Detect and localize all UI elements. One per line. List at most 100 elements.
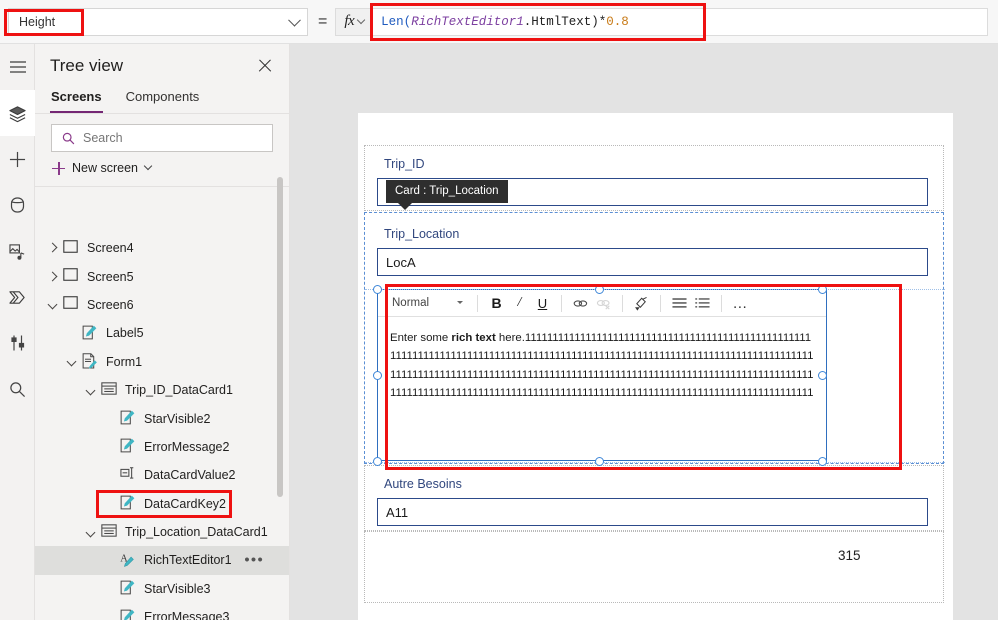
formula-input[interactable]: Len(RichTextEditor1 .HtmlText) * 0.8 — [370, 7, 988, 36]
tree-item-label: Label5 — [106, 326, 144, 341]
resize-handle-bottom-right[interactable] — [818, 457, 827, 466]
new-screen-label: New screen — [72, 161, 138, 175]
datacard-icon — [101, 523, 118, 541]
underline-button[interactable]: U — [531, 293, 554, 314]
chevron-right-icon[interactable] — [47, 271, 58, 282]
tree-item-screen4[interactable]: Screen4 — [35, 234, 289, 262]
tree-item-richtexteditor1[interactable]: A RichTextEditor1 ••• — [35, 546, 289, 575]
highlight-color-icon[interactable] — [630, 293, 653, 314]
app-canvas: Trip_ID Trip_Location LocA Normal B / U — [290, 44, 998, 620]
tree-item-list[interactable]: Screen4 Screen5 Screen6 Label5 Form1 Trip_ID_… — [35, 234, 289, 620]
tree-item-errormessage2[interactable]: ErrorMessage2 — [35, 433, 289, 461]
equals-sign: = — [318, 12, 328, 30]
field-label-trip-location: Trip_Location — [384, 227, 460, 241]
italic-button[interactable]: / — [508, 293, 531, 314]
tree-item-datacardkey2[interactable]: DataCardKey2 — [35, 490, 289, 518]
power-automate-icon[interactable] — [0, 274, 35, 320]
tree-item-form1[interactable]: Form1 — [35, 348, 289, 376]
new-screen-button[interactable]: New screen — [35, 152, 289, 184]
search-input[interactable]: Search — [51, 124, 273, 152]
numbered-list-icon[interactable] — [691, 293, 714, 314]
panel-title: Tree view — [50, 56, 124, 75]
fx-icon: fx — [344, 13, 355, 29]
tree-item-datacardvalue2[interactable]: DataCardValue2 — [35, 461, 289, 489]
tree-view-header: Tree view — [35, 44, 289, 82]
resize-handle-top-right[interactable] — [818, 285, 827, 294]
tree-item-label: RichTextEditor1 — [144, 553, 232, 568]
tree-item-label: Trip_ID_DataCard1 — [125, 383, 233, 398]
field-label-trip-id: Trip_ID — [384, 157, 425, 171]
rich-text-toolbar: Normal B / U … — [378, 290, 826, 317]
fx-toggle-button[interactable]: fx — [335, 7, 371, 36]
more-options-button[interactable]: … — [729, 293, 752, 314]
formula-token-1: RichTextEditor1 — [411, 14, 524, 29]
tree-item-label: Trip_Location_DataCard1 — [125, 525, 268, 540]
bulleted-list-icon[interactable] — [668, 293, 691, 314]
tree-scrollbar[interactable] — [277, 177, 283, 497]
left-icon-rail — [0, 44, 35, 620]
property-selector-value: Height — [19, 14, 56, 29]
screen-icon — [63, 268, 80, 285]
resize-handle-bottom-left[interactable] — [373, 457, 382, 466]
tree-item-starvisible2[interactable]: StarVisible2 — [35, 404, 289, 432]
label-icon — [82, 325, 99, 342]
tree-item-screen5[interactable]: Screen5 — [35, 262, 289, 290]
text-style-dropdown[interactable]: Normal — [384, 293, 470, 314]
text-style-value: Normal — [392, 297, 430, 309]
rich-text-editor-control[interactable]: Normal B / U … Enter some rich text here… — [377, 289, 827, 461]
chevron-down-icon[interactable] — [66, 356, 77, 367]
screen-icon — [63, 296, 80, 313]
tree-item-starvisible3[interactable]: StarVisible3 — [35, 575, 289, 603]
resize-handle-top-center[interactable] — [595, 285, 604, 294]
chevron-down-icon[interactable] — [85, 385, 96, 396]
close-icon[interactable] — [255, 56, 275, 76]
tree-view-icon[interactable] — [0, 90, 35, 136]
resize-handle-top-left[interactable] — [373, 285, 382, 294]
resize-handle-middle-left[interactable] — [373, 371, 382, 380]
tree-item-label: StarVisible3 — [144, 581, 211, 596]
divider — [622, 294, 623, 312]
tree-item-label: DataCardValue2 — [144, 468, 236, 483]
tree-item-label5[interactable]: Label5 — [35, 319, 289, 347]
chevron-right-icon[interactable] — [47, 243, 58, 254]
tab-screens[interactable]: Screens — [50, 84, 103, 113]
chevron-down-icon[interactable] — [85, 527, 96, 538]
insert-icon[interactable] — [0, 136, 35, 182]
resize-handle-bottom-center[interactable] — [595, 457, 604, 466]
remove-link-icon[interactable] — [592, 293, 615, 314]
label-icon — [120, 438, 137, 455]
rich-text-content[interactable]: Enter some rich text here.11111111111111… — [378, 317, 826, 467]
resize-handle-middle-right[interactable] — [818, 371, 827, 380]
rte-text-prefix: Enter some — [390, 332, 452, 344]
field-input-trip-location[interactable]: LocA — [377, 248, 928, 276]
alignment-guide-top — [365, 289, 945, 290]
label-icon — [120, 580, 137, 597]
insert-link-icon[interactable] — [569, 293, 592, 314]
variables-icon[interactable] — [0, 320, 35, 366]
tree-item-label: StarVisible2 — [144, 411, 211, 426]
hamburger-menu-icon[interactable] — [0, 44, 35, 90]
datacard-icon — [101, 381, 118, 399]
chevron-down-icon[interactable] — [47, 299, 58, 310]
divider — [660, 294, 661, 312]
tree-item-more-button[interactable]: ••• — [244, 553, 264, 568]
tree-item-trip_id_datacard1[interactable]: Trip_ID_DataCard1 — [35, 376, 289, 404]
bold-button[interactable]: B — [485, 293, 508, 314]
tree-item-errormessage3[interactable]: ErrorMessage3 — [35, 603, 289, 620]
tree-item-screen6[interactable]: Screen6 — [35, 291, 289, 319]
tab-components[interactable]: Components — [125, 84, 201, 113]
label-icon — [120, 410, 137, 427]
tree-item-label: Screen6 — [87, 297, 134, 312]
data-icon[interactable] — [0, 182, 35, 228]
search-icon[interactable] — [0, 366, 35, 412]
media-icon[interactable] — [0, 228, 35, 274]
field-input-autre-besoins[interactable]: A11 — [377, 498, 928, 526]
tree-item-trip_location_datacard1[interactable]: Trip_Location_DataCard1 — [35, 518, 289, 546]
property-selector[interactable]: Height — [8, 7, 308, 36]
formula-token-2: .HtmlText) — [523, 14, 599, 29]
